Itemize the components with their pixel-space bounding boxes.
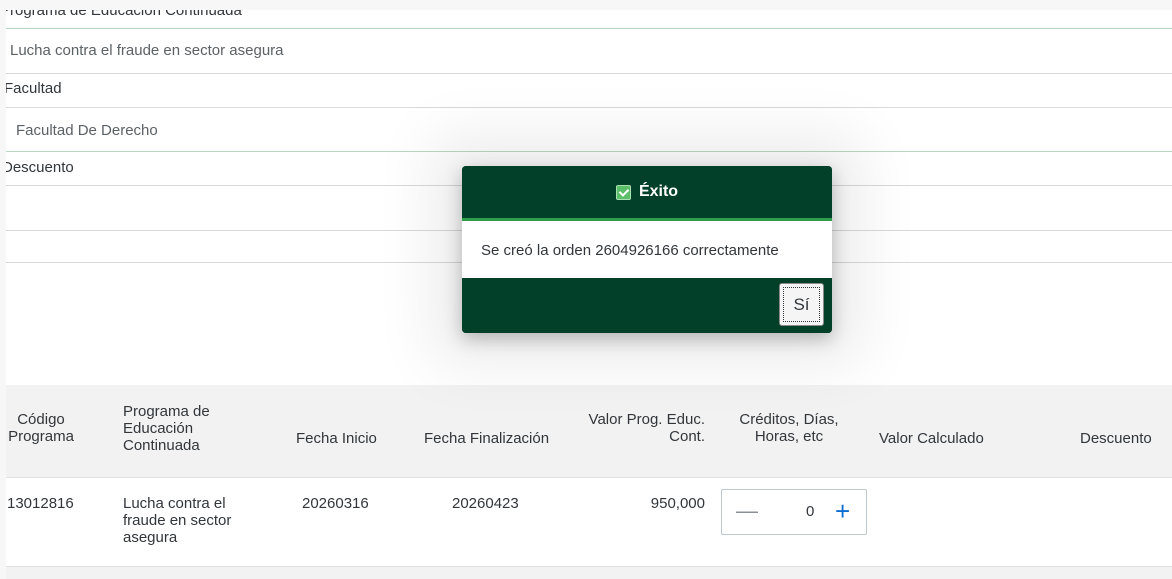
dialog-title: Éxito	[638, 183, 679, 200]
dialog-title-bar: Éxito	[462, 166, 832, 218]
success-dialog: Éxito Se creó la orden 2604926166 correc…	[462, 166, 832, 333]
dialog-header: Éxito	[462, 166, 832, 221]
dialog-message: Se creó la orden 2604926166 correctament…	[481, 242, 779, 259]
dialog-body: Se creó la orden 2604926166 correctament…	[462, 221, 832, 278]
confirm-button[interactable]: Sí	[779, 283, 824, 326]
checkbox-success-icon	[615, 184, 631, 200]
dialog-footer: Sí	[462, 278, 832, 333]
